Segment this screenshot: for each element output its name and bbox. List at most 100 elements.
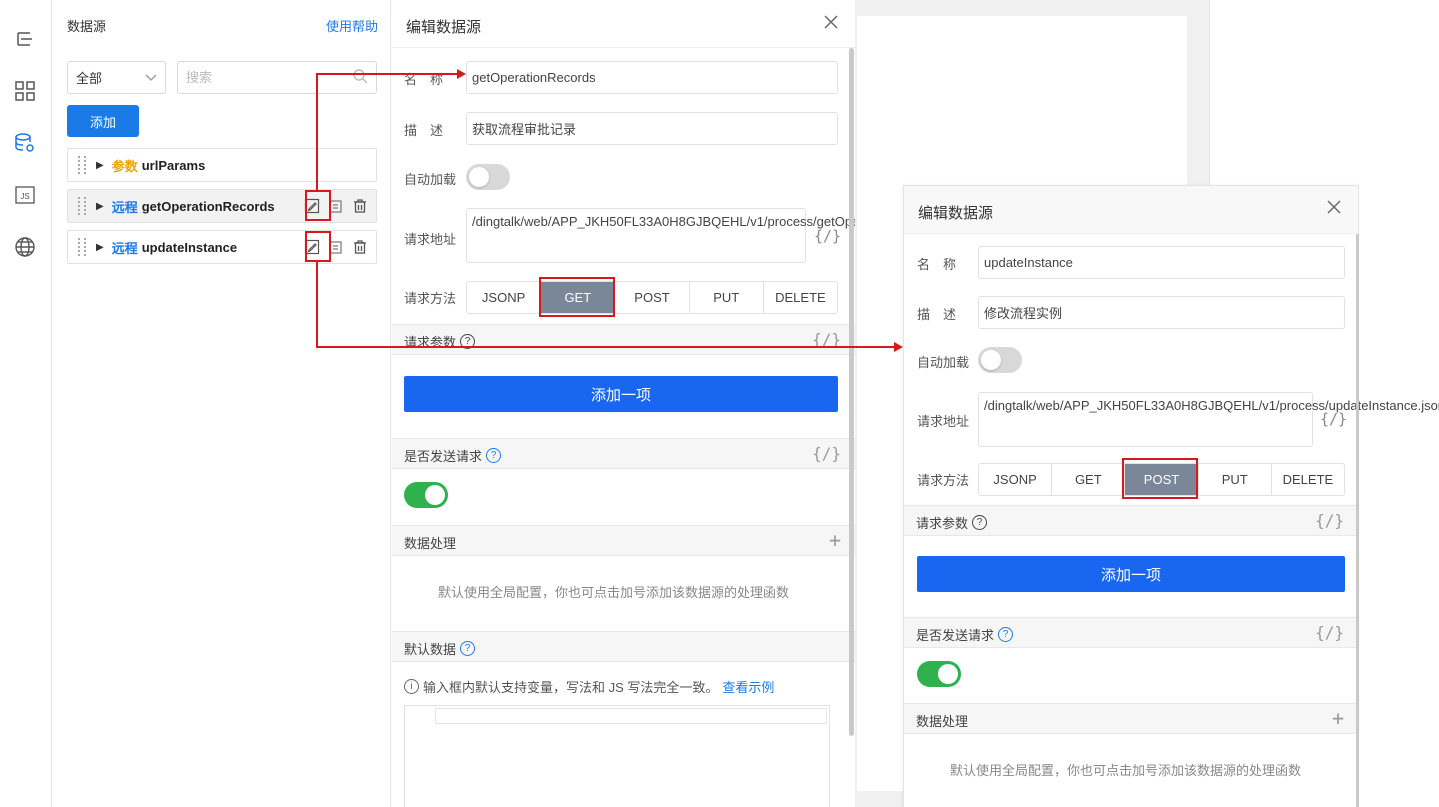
- name-label: 名 称: [917, 257, 957, 272]
- method-option-get[interactable]: GET: [1052, 464, 1126, 495]
- send-label-text: 是否发送请求: [404, 449, 483, 464]
- send-label: 是否发送请求?: [404, 446, 502, 465]
- code-editor-icon[interactable]: {/}: [1315, 511, 1344, 530]
- help-icon[interactable]: ?: [972, 515, 988, 530]
- method-option-delete[interactable]: DELETE: [763, 282, 837, 313]
- code-editor-icon[interactable]: {/}: [814, 227, 841, 245]
- send-label-text: 是否发送请求: [916, 628, 995, 643]
- help-icon[interactable]: ?: [998, 627, 1014, 642]
- datasource-name: urlParams: [141, 157, 206, 173]
- datasource-tag: 参数: [111, 158, 138, 174]
- view-example-link[interactable]: 查看示例: [722, 677, 774, 696]
- method-option-post[interactable]: POST: [615, 282, 690, 313]
- autoload-toggle[interactable]: [466, 164, 510, 190]
- method-option-put[interactable]: PUT: [689, 282, 764, 313]
- send-section-header: 是否发送请求? {/}: [904, 617, 1358, 648]
- datasource-tag: 远程: [111, 199, 138, 215]
- add-param-button[interactable]: 添加一项: [917, 556, 1345, 592]
- send-request-toggle[interactable]: [404, 482, 448, 508]
- url-input[interactable]: /dingtalk/web/APP_JKH50FL33A0H8GJBQEHL/v…: [978, 392, 1439, 447]
- panel-scrollbar[interactable]: [1356, 234, 1359, 807]
- delete-icon[interactable]: [350, 237, 370, 257]
- method-label: 请求方法: [917, 473, 970, 488]
- info-icon: i: [404, 679, 419, 694]
- process-hint: 默认使用全局配置，你也可点击加号添加该数据源的处理函数: [950, 763, 1302, 778]
- code-editor-icon[interactable]: {/}: [1315, 623, 1344, 642]
- annotation-box-post: [1122, 458, 1198, 499]
- method-segmented: JSONP GET POST PUT DELETE: [466, 281, 838, 314]
- drag-handle-icon[interactable]: [78, 238, 86, 256]
- search-input[interactable]: [186, 70, 336, 85]
- close-icon[interactable]: [821, 12, 841, 32]
- desc-input[interactable]: 获取流程审批记录: [466, 112, 838, 145]
- name-input[interactable]: getOperationRecords: [466, 61, 838, 94]
- params-section-header: 请求参数? {/}: [904, 505, 1358, 536]
- autoload-label: 自动加载: [404, 172, 457, 187]
- method-option-jsonp[interactable]: JSONP: [467, 282, 542, 313]
- annotation-box-edit-1: [305, 190, 331, 221]
- annotation-arrow-icon: [457, 69, 466, 79]
- method-option-put[interactable]: PUT: [1198, 464, 1272, 495]
- outline-icon[interactable]: [13, 27, 37, 51]
- datasource-name: getOperationRecords: [141, 198, 275, 214]
- type-filter-value: 全部: [76, 71, 103, 86]
- datasource-icon[interactable]: [13, 131, 37, 155]
- close-icon[interactable]: [1324, 197, 1344, 217]
- js-icon[interactable]: JS: [13, 183, 37, 207]
- default-hint: 输入框内默认支持变量，写法和 JS 写法完全一致。: [423, 680, 719, 695]
- type-filter-select[interactable]: 全部: [67, 61, 166, 94]
- code-editor-icon[interactable]: {/}: [1320, 410, 1347, 428]
- annotation-line: [316, 73, 459, 75]
- components-icon[interactable]: [13, 79, 37, 103]
- plus-icon[interactable]: +: [829, 528, 841, 552]
- send-section-header: 是否发送请求? {/}: [392, 438, 855, 469]
- process-hint: 默认使用全局配置，你也可点击加号添加该数据源的处理函数: [438, 585, 790, 600]
- default-data-editor[interactable]: [404, 705, 830, 807]
- expand-triangle-icon[interactable]: ▶: [96, 160, 104, 171]
- params-label: 请求参数?: [916, 513, 988, 532]
- url-label: 请求地址: [404, 232, 457, 247]
- expand-triangle-icon[interactable]: ▶: [96, 201, 104, 212]
- url-input[interactable]: /dingtalk/web/APP_JKH50FL33A0H8GJBQEHL/v…: [466, 208, 968, 263]
- plus-icon[interactable]: +: [1332, 706, 1344, 730]
- process-section-header: 数据处理 +: [392, 525, 855, 556]
- panel-title: 编辑数据源: [406, 19, 482, 36]
- panel-scrollbar[interactable]: [849, 48, 854, 736]
- globe-icon[interactable]: [13, 235, 37, 259]
- params-label-text: 请求参数: [916, 516, 969, 531]
- help-icon[interactable]: ?: [486, 448, 502, 463]
- name-input[interactable]: updateInstance: [978, 246, 1345, 279]
- drag-handle-icon[interactable]: [78, 156, 86, 174]
- params-section-header: 请求参数? {/}: [392, 324, 855, 355]
- params-label-text: 请求参数: [404, 335, 457, 350]
- annotation-line: [316, 262, 318, 348]
- autoload-toggle[interactable]: [978, 347, 1022, 373]
- params-label: 请求参数?: [404, 332, 476, 351]
- annotation-line: [316, 73, 318, 191]
- help-icon[interactable]: ?: [460, 641, 476, 656]
- datasource-panel-title: 数据源: [67, 19, 107, 34]
- desc-input[interactable]: 修改流程实例: [978, 296, 1345, 329]
- code-editor-icon[interactable]: {/}: [812, 444, 841, 463]
- method-option-jsonp[interactable]: JSONP: [979, 464, 1053, 495]
- desc-label: 描 述: [917, 307, 957, 322]
- datasource-item[interactable]: ▶ 参数 urlParams: [67, 148, 377, 182]
- delete-icon[interactable]: [350, 196, 370, 216]
- send-request-toggle[interactable]: [917, 661, 961, 687]
- help-link[interactable]: 使用帮助: [326, 16, 378, 35]
- process-label: 数据处理: [404, 536, 457, 551]
- datasource-tag: 远程: [111, 240, 138, 256]
- annotation-box-get: [539, 277, 615, 317]
- drag-handle-icon[interactable]: [78, 197, 86, 215]
- default-hint-row: i 输入框内默认支持变量，写法和 JS 写法完全一致。 查看示例: [404, 677, 774, 696]
- process-label: 数据处理: [916, 714, 969, 729]
- search-icon[interactable]: [352, 68, 368, 87]
- method-option-delete[interactable]: DELETE: [1271, 464, 1344, 495]
- icon-rail: JS: [0, 0, 52, 807]
- default-section-header: 默认数据?: [392, 631, 855, 662]
- add-param-button[interactable]: 添加一项: [404, 376, 838, 412]
- expand-triangle-icon[interactable]: ▶: [96, 242, 104, 253]
- add-datasource-button[interactable]: 添加: [67, 105, 139, 137]
- datasource-panel: 数据源 使用帮助 全部 添加 ▶ 参数 urlParams ▶ 远程 getOp…: [53, 0, 391, 807]
- datasource-name: updateInstance: [141, 239, 238, 255]
